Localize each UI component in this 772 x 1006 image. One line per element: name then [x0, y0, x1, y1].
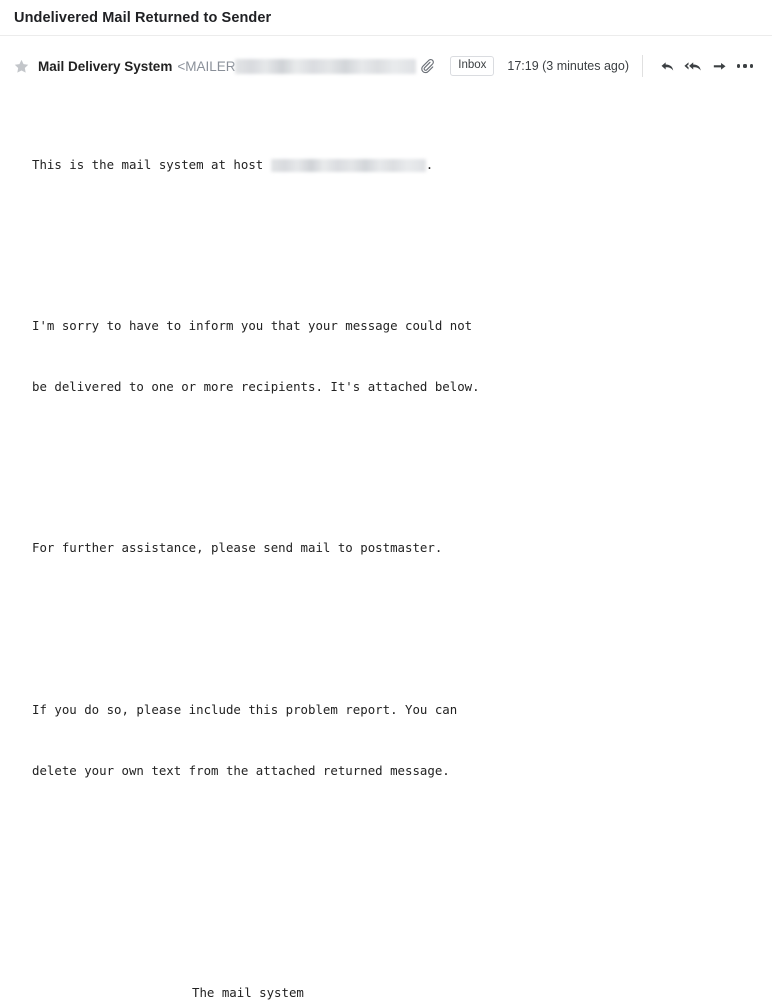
body-line: be delivered to one or more recipients. … [32, 378, 480, 394]
dot [743, 64, 747, 68]
dot [737, 64, 741, 68]
message-body: This is the mail system at host . I'm so… [0, 86, 772, 1006]
sender-name[interactable]: Mail Delivery System [38, 59, 172, 74]
redacted-sender-address [235, 58, 417, 74]
redacted-hostname [270, 158, 426, 172]
message-header-actions: Inbox 17:19 (3 minutes ago) [416, 55, 758, 77]
message-header-row: Mail Delivery System <MAILER Inbox 17:19… [0, 46, 772, 86]
body-line-host: This is the mail system at host . [32, 155, 772, 175]
dot [749, 64, 753, 68]
body-line: I'm sorry to have to inform you that you… [32, 318, 473, 334]
label-badge-inbox[interactable]: Inbox [450, 56, 495, 76]
sender-address[interactable]: <MAILER [177, 59, 235, 74]
body-blank-line [32, 902, 772, 922]
forward-icon[interactable] [706, 55, 732, 77]
body-line: For further assistance, please send mail… [32, 540, 443, 556]
body-text: This is the mail system at host [32, 156, 271, 172]
body-signature: The mail system [192, 984, 304, 1000]
reply-all-icon[interactable] [680, 55, 706, 77]
body-text: . [425, 156, 434, 172]
body-blank-line [32, 235, 772, 255]
body-blank-line [32, 841, 772, 861]
body-line: delete your own text from the attached r… [32, 762, 450, 778]
header-divider [642, 55, 643, 77]
reply-icon[interactable] [654, 55, 680, 77]
body-blank-line [32, 619, 772, 639]
page-title: Undelivered Mail Returned to Sender [14, 9, 272, 26]
body-line: If you do so, please include this proble… [32, 701, 458, 717]
message-timestamp[interactable]: 17:19 (3 minutes ago) [507, 59, 629, 73]
more-options-icon[interactable] [732, 64, 758, 68]
subject-bar: Undelivered Mail Returned to Sender [0, 0, 772, 36]
paperclip-icon[interactable] [416, 55, 438, 77]
body-blank-line [32, 458, 772, 478]
star-icon[interactable] [10, 55, 32, 77]
